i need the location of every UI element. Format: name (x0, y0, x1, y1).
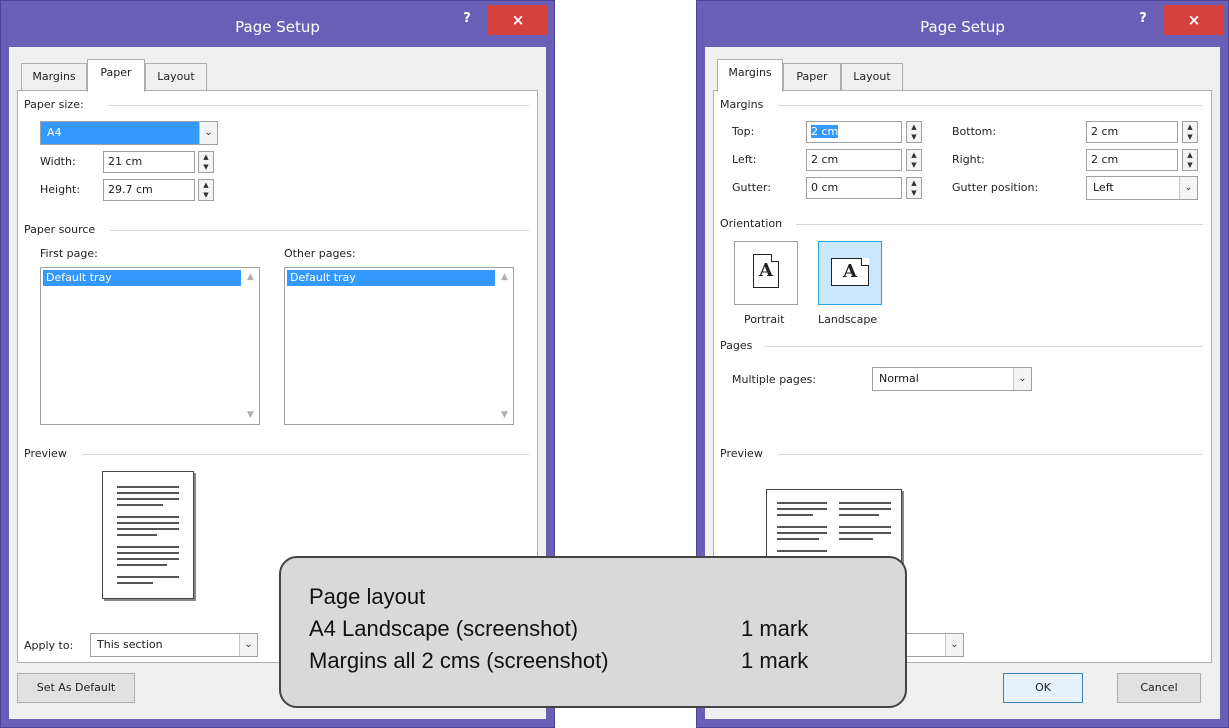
group-divider (82, 454, 529, 455)
help-button[interactable]: ? (1130, 7, 1156, 31)
list-item[interactable]: Default tray (287, 270, 495, 286)
gutter-position-value: Left (1093, 181, 1114, 194)
multiple-pages-label: Multiple pages: (732, 373, 817, 386)
spinner-arrows-icon[interactable]: ▲ ▼ (198, 179, 214, 201)
scrollbar[interactable]: ▲ ▼ (242, 268, 259, 424)
preview-group-label: Preview (720, 447, 763, 460)
paper-size-dropdown[interactable]: A4 ⌄ (40, 121, 218, 145)
tab-layout[interactable]: Layout (841, 63, 903, 91)
spinner-arrows-icon[interactable]: ▲ ▼ (1182, 149, 1198, 171)
paper-size-value: A4 (47, 126, 62, 139)
title-bar: Page Setup ? × (697, 1, 1228, 47)
right-margin-input[interactable]: 2 cm (1086, 149, 1178, 171)
tab-paper[interactable]: Paper (783, 63, 841, 91)
paper-source-group-label: Paper source (24, 223, 96, 236)
chevron-down-icon[interactable]: ⌄ (1013, 368, 1031, 390)
first-page-label: First page: (40, 247, 98, 260)
spinner-arrows-icon[interactable]: ▲ ▼ (198, 151, 214, 173)
height-input[interactable]: 29.7 cm (103, 179, 195, 201)
width-label: Width: (40, 155, 76, 168)
portrait-page-preview (102, 471, 194, 599)
height-label: Height: (40, 183, 81, 196)
preview-group-label: Preview (24, 447, 67, 460)
group-divider (796, 224, 1203, 225)
gutter-position-label: Gutter position: (952, 181, 1039, 194)
multiple-pages-dropdown[interactable]: Normal ⌄ (872, 367, 1032, 391)
first-page-list[interactable]: Default tray ▲ ▼ (40, 267, 260, 425)
cancel-button[interactable]: Cancel (1117, 673, 1201, 703)
close-icon: × (511, 11, 525, 29)
apply-to-label: Apply to: (24, 639, 74, 652)
callout-item: A4 Landscape (screenshot) (309, 616, 579, 641)
right-label: Right: (952, 153, 985, 166)
width-input[interactable]: 21 cm (103, 151, 195, 173)
top-label: Top: (732, 125, 755, 138)
title-bar: Page Setup ? × (1, 1, 554, 47)
scrollbar[interactable]: ▲ ▼ (496, 268, 513, 424)
paper-size-group-label: Paper size: (24, 98, 84, 111)
pages-group-label: Pages (720, 339, 753, 352)
group-divider (110, 230, 529, 231)
other-pages-label: Other pages: (284, 247, 356, 260)
help-icon: ? (1139, 11, 1147, 26)
chevron-down-icon[interactable]: ⌄ (199, 122, 217, 144)
tab-margins[interactable]: Margins (21, 63, 87, 91)
top-margin-input[interactable]: 2 cm (806, 121, 902, 143)
orientation-group-label: Orientation (720, 217, 783, 230)
landscape-page-icon: A (831, 258, 869, 286)
spinner-arrows-icon[interactable]: ▲ ▼ (906, 149, 922, 171)
group-divider (778, 454, 1203, 455)
bottom-margin-input[interactable]: 2 cm (1086, 121, 1178, 143)
set-as-default-button[interactable]: Set As Default (17, 673, 135, 703)
close-icon: × (1187, 11, 1201, 29)
group-divider (108, 105, 529, 106)
bottom-label: Bottom: (952, 125, 997, 138)
chevron-down-icon[interactable]: ⌄ (239, 634, 257, 656)
list-item[interactable]: Default tray (43, 270, 241, 286)
spinner-arrows-icon[interactable]: ▲ ▼ (906, 121, 922, 143)
spinner-arrows-icon[interactable]: ▲ ▼ (906, 177, 922, 199)
margins-group-label: Margins (720, 98, 764, 111)
chevron-down-icon[interactable]: ⌄ (945, 634, 963, 656)
left-margin-input[interactable]: 2 cm (806, 149, 902, 171)
other-pages-list[interactable]: Default tray ▲ ▼ (284, 267, 514, 425)
apply-to-value: This section (97, 638, 163, 651)
close-button[interactable]: × (488, 5, 548, 35)
portrait-button[interactable]: A (734, 241, 798, 305)
callout-mark: 1 mark (741, 616, 809, 641)
callout-mark: 1 mark (741, 648, 809, 673)
multiple-pages-value: Normal (879, 372, 919, 385)
ok-button[interactable]: OK (1003, 673, 1083, 703)
marking-callout: Page layout A4 Landscape (screenshot) 1 … (279, 556, 907, 708)
portrait-page-icon: A (753, 254, 779, 288)
landscape-label: Landscape (818, 313, 878, 326)
left-label: Left: (732, 153, 757, 166)
callout-title: Page layout (309, 584, 426, 609)
portrait-label: Portrait (744, 313, 785, 326)
help-icon: ? (463, 11, 471, 26)
tab-layout[interactable]: Layout (145, 63, 207, 91)
callout-item: Margins all 2 cms (screenshot) (309, 648, 609, 673)
gutter-label: Gutter: (732, 181, 771, 194)
gutter-position-dropdown[interactable]: Left ⌄ (1086, 176, 1198, 200)
group-divider (764, 346, 1203, 347)
tab-margins[interactable]: Margins (717, 59, 783, 92)
help-button[interactable]: ? (454, 7, 480, 31)
apply-to-dropdown[interactable]: This section ⌄ (90, 633, 258, 657)
group-divider (778, 105, 1203, 106)
tab-paper[interactable]: Paper (87, 59, 145, 92)
spinner-arrows-icon[interactable]: ▲ ▼ (1182, 121, 1198, 143)
close-button[interactable]: × (1164, 5, 1224, 35)
gutter-input[interactable]: 0 cm (806, 177, 902, 199)
landscape-button[interactable]: A (818, 241, 882, 305)
chevron-down-icon[interactable]: ⌄ (1179, 177, 1197, 199)
